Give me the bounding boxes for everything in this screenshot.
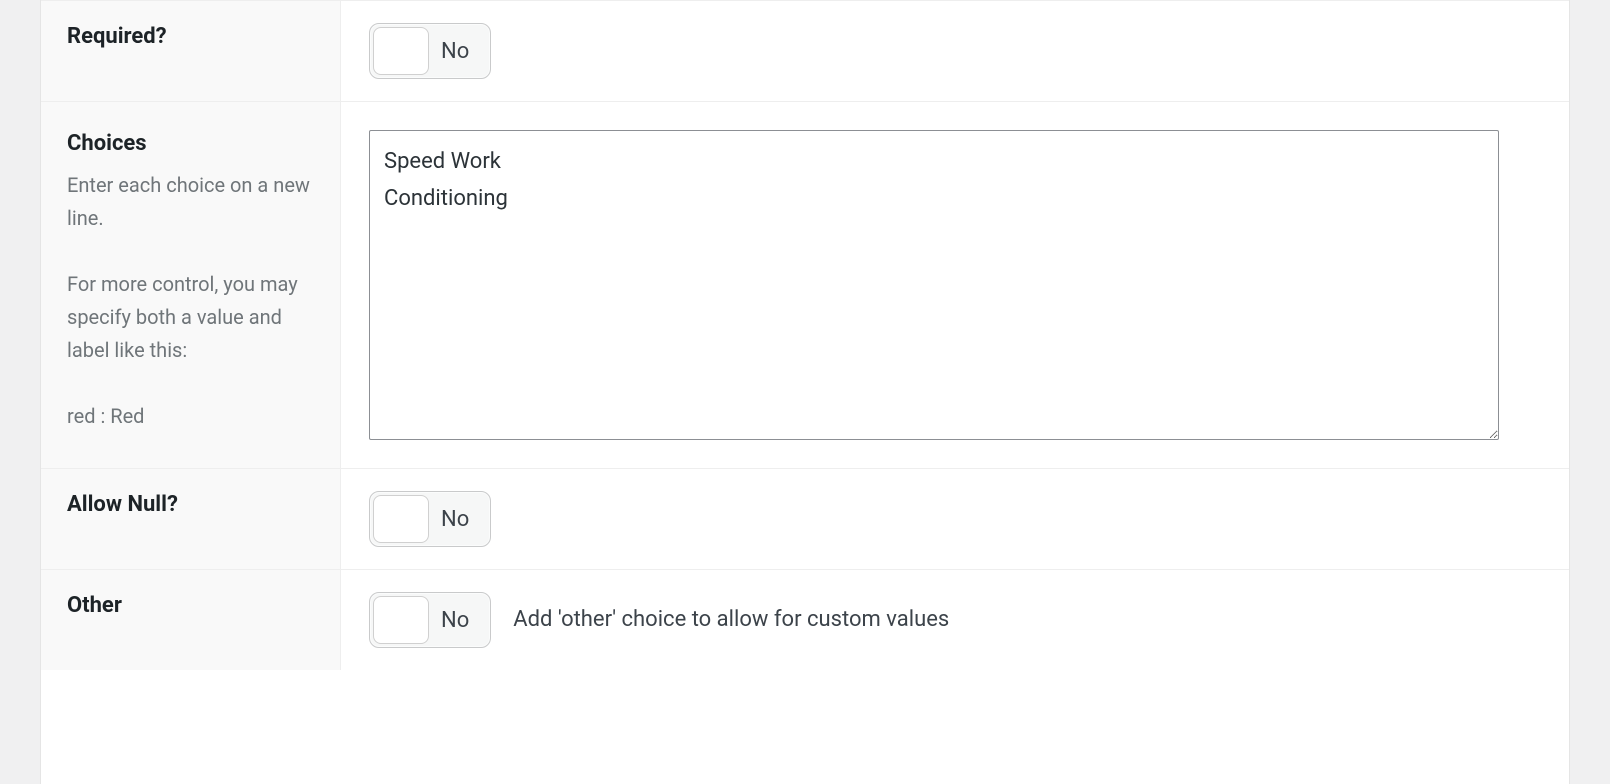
field-row-choices: Choices Enter each choice on a new line.… [41,102,1569,469]
toggle-knob [373,495,429,543]
field-label-cell: Other [41,570,341,670]
toggle-state-label: No [437,608,487,633]
field-control-cell: No Add 'other' choice to allow for custo… [341,570,1569,670]
toggle-knob [373,596,429,644]
choices-textarea[interactable] [369,130,1499,440]
field-label-other: Other [67,592,326,621]
field-label-allow-null: Allow Null? [67,491,326,520]
field-desc-line: red : Red [67,404,144,428]
field-desc-line: For more control, you may specify both a… [67,272,298,362]
field-label-choices: Choices [67,130,326,159]
required-toggle[interactable]: No [369,23,491,79]
field-desc-choices: Enter each choice on a new line. For mor… [67,169,326,433]
toggle-state-label: No [437,39,487,64]
field-row-required: Required? No [41,0,1569,102]
field-label-cell: Choices Enter each choice on a new line.… [41,102,341,468]
field-desc-line: Enter each choice on a new line. [67,173,310,230]
field-label-cell: Required? [41,1,341,101]
field-label-required: Required? [67,23,326,52]
other-hint-text: Add 'other' choice to allow for custom v… [513,605,949,636]
field-label-cell: Allow Null? [41,469,341,569]
toggle-state-label: No [437,507,487,532]
field-control-cell [341,102,1569,468]
field-control-cell: No [341,469,1569,569]
field-control-cell: No [341,1,1569,101]
other-toggle[interactable]: No [369,592,491,648]
toggle-knob [373,27,429,75]
field-row-allow-null: Allow Null? No [41,469,1569,570]
field-row-other: Other No Add 'other' choice to allow for… [41,570,1569,670]
allow-null-toggle[interactable]: No [369,491,491,547]
